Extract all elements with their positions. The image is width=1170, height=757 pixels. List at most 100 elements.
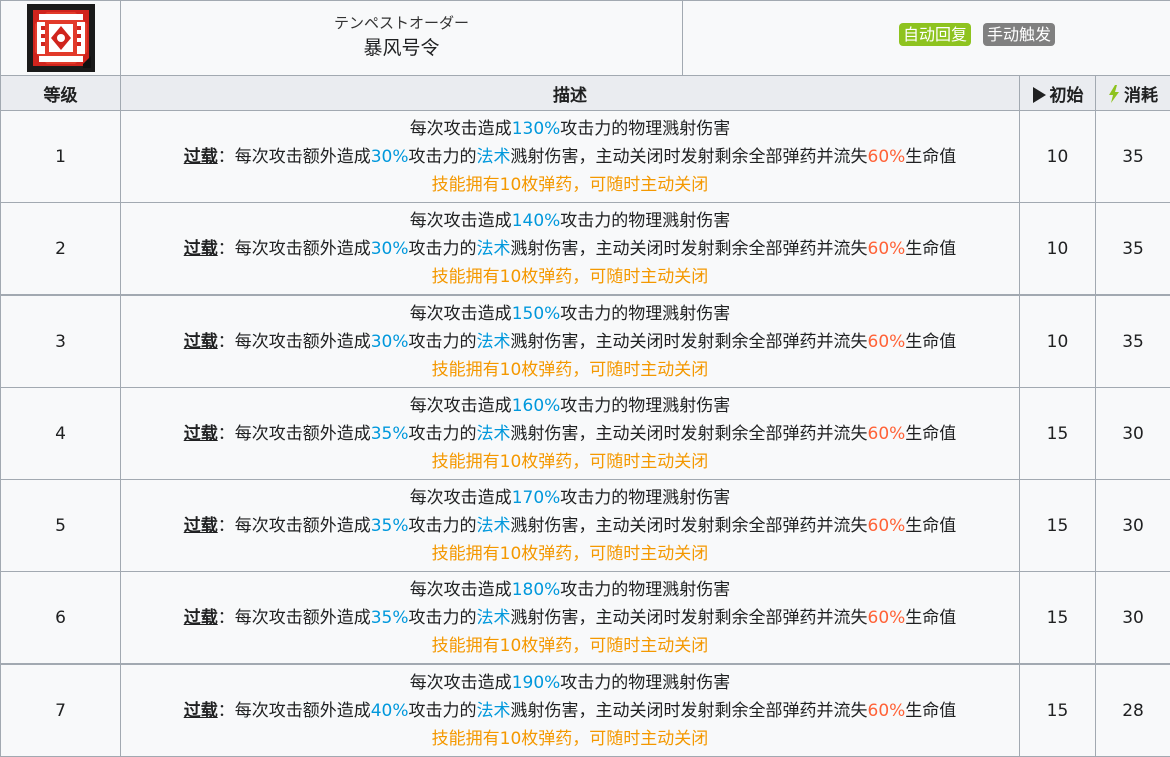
overload-keyword-link[interactable]: 过载: [184, 608, 218, 628]
description-line-3: 技能拥有10枚弹药，可随时主动关闭: [121, 632, 1019, 660]
initial-sp-cell: 10: [1020, 111, 1096, 203]
description-line-2: 过载：每次攻击额外造成30%攻击力的法术溅射伤害，主动关闭时发射剩余全部弹药并流…: [121, 235, 1019, 263]
description-line-1: 每次攻击造成160%攻击力的物理溅射伤害: [121, 392, 1019, 420]
overload-keyword-link[interactable]: 过载: [184, 701, 218, 721]
trigger-type-badge: 手动触发: [983, 23, 1055, 46]
sp-cost-cell: 30: [1096, 388, 1170, 480]
skill-name-cell: テンペストオーダー 暴风号令: [121, 1, 683, 76]
level-column-header: 等级: [1, 76, 121, 111]
initial-sp-label: 初始: [1050, 86, 1084, 106]
description-line-3: 技能拥有10枚弹药，可随时主动关闭: [121, 171, 1019, 199]
skill-level-row: 3 每次攻击造成150%攻击力的物理溅射伤害 过载：每次攻击额外造成30%攻击力…: [1, 295, 1170, 388]
initial-sp-cell: 10: [1020, 203, 1096, 296]
arts-keyword: 法术: [477, 147, 511, 167]
initial-sp-cell: 10: [1020, 295, 1096, 388]
arts-atk-percent: 30%: [371, 239, 409, 259]
lightning-bolt-icon: [1108, 85, 1120, 103]
skill-level-row: 7 每次攻击造成190%攻击力的物理溅射伤害 过载：每次攻击额外造成40%攻击力…: [1, 664, 1170, 757]
hp-loss-percent: 60%: [868, 608, 906, 628]
play-triangle-icon: [1032, 87, 1046, 103]
sp-cost-cell: 35: [1096, 203, 1170, 296]
description-line-1: 每次攻击造成190%攻击力的物理溅射伤害: [121, 669, 1019, 697]
description-line-1: 每次攻击造成140%攻击力的物理溅射伤害: [121, 207, 1019, 235]
arts-keyword: 法术: [477, 701, 511, 721]
arts-atk-percent: 30%: [371, 332, 409, 352]
physical-atk-percent: 170%: [512, 488, 561, 508]
skill-name: 暴风号令: [121, 33, 682, 63]
arts-keyword: 法术: [477, 608, 511, 628]
physical-atk-percent: 180%: [512, 580, 561, 600]
skill-level-row: 4 每次攻击造成160%攻击力的物理溅射伤害 过载：每次攻击额外造成35%攻击力…: [1, 388, 1170, 480]
skill-kana-name: テンペストオーダー: [121, 13, 682, 33]
description-line-2: 过载：每次攻击额外造成30%攻击力的法术溅射伤害，主动关闭时发射剩余全部弹药并流…: [121, 328, 1019, 356]
skill-tags-cell: 自动回复 手动触发: [683, 1, 1170, 76]
hp-loss-percent: 60%: [868, 516, 906, 536]
description-line-3: 技能拥有10枚弹药，可随时主动关闭: [121, 356, 1019, 384]
initial-sp-cell: 15: [1020, 388, 1096, 480]
description-cell: 每次攻击造成140%攻击力的物理溅射伤害 过载：每次攻击额外造成30%攻击力的法…: [121, 203, 1020, 296]
description-line-1: 每次攻击造成150%攻击力的物理溅射伤害: [121, 300, 1019, 328]
physical-atk-percent: 130%: [512, 119, 561, 139]
level-cell: 1: [1, 111, 121, 203]
description-line-2: 过载：每次攻击额外造成30%攻击力的法术溅射伤害，主动关闭时发射剩余全部弹药并流…: [121, 143, 1019, 171]
description-line-1: 每次攻击造成170%攻击力的物理溅射伤害: [121, 484, 1019, 512]
description-line-1: 每次攻击造成180%攻击力的物理溅射伤害: [121, 576, 1019, 604]
hp-loss-percent: 60%: [868, 701, 906, 721]
level-cell: 3: [1, 295, 121, 388]
sp-cost-label: 消耗: [1124, 86, 1158, 106]
sp-cost-cell: 30: [1096, 572, 1170, 665]
arts-atk-percent: 30%: [371, 147, 409, 167]
description-cell: 每次攻击造成170%攻击力的物理溅射伤害 过载：每次攻击额外造成35%攻击力的法…: [121, 480, 1020, 572]
description-line-3: 技能拥有10枚弹药，可随时主动关闭: [121, 540, 1019, 568]
physical-atk-percent: 160%: [512, 396, 561, 416]
skill-level-row: 2 每次攻击造成140%攻击力的物理溅射伤害 过载：每次攻击额外造成30%攻击力…: [1, 203, 1170, 296]
description-line-3: 技能拥有10枚弹药，可随时主动关闭: [121, 725, 1019, 753]
initial-sp-cell: 15: [1020, 480, 1096, 572]
initial-sp-cell: 15: [1020, 664, 1096, 757]
hp-loss-percent: 60%: [868, 424, 906, 444]
description-line-3: 技能拥有10枚弹药，可随时主动关闭: [121, 263, 1019, 291]
level-cell: 7: [1, 664, 121, 757]
arts-atk-percent: 35%: [371, 608, 409, 628]
skill-header-row: テンペストオーダー 暴风号令 自动回复 手动触发: [1, 1, 1170, 76]
arts-keyword: 法术: [477, 332, 511, 352]
description-line-2: 过载：每次攻击额外造成35%攻击力的法术溅射伤害，主动关闭时发射剩余全部弹药并流…: [121, 512, 1019, 540]
arts-atk-percent: 35%: [371, 424, 409, 444]
description-cell: 每次攻击造成160%攻击力的物理溅射伤害 过载：每次攻击额外造成35%攻击力的法…: [121, 388, 1020, 480]
description-line-1: 每次攻击造成130%攻击力的物理溅射伤害: [121, 115, 1019, 143]
arts-keyword: 法术: [477, 516, 511, 536]
level-cell: 2: [1, 203, 121, 296]
description-cell: 每次攻击造成180%攻击力的物理溅射伤害 过载：每次攻击额外造成35%攻击力的法…: [121, 572, 1020, 665]
skill-level-row: 5 每次攻击造成170%攻击力的物理溅射伤害 过载：每次攻击额外造成35%攻击力…: [1, 480, 1170, 572]
skill-emblem-icon: [27, 4, 95, 72]
physical-atk-percent: 190%: [512, 673, 561, 693]
hp-loss-percent: 60%: [868, 332, 906, 352]
initial-sp-column-header: 初始: [1020, 76, 1096, 111]
overload-keyword-link[interactable]: 过载: [184, 516, 218, 536]
sp-cost-cell: 28: [1096, 664, 1170, 757]
physical-atk-percent: 140%: [512, 211, 561, 231]
overload-keyword-link[interactable]: 过载: [184, 332, 218, 352]
description-cell: 每次攻击造成150%攻击力的物理溅射伤害 过载：每次攻击额外造成30%攻击力的法…: [121, 295, 1020, 388]
physical-atk-percent: 150%: [512, 304, 561, 324]
overload-keyword-link[interactable]: 过载: [184, 424, 218, 444]
hp-loss-percent: 60%: [868, 239, 906, 259]
sp-cost-cell: 35: [1096, 111, 1170, 203]
description-cell: 每次攻击造成190%攻击力的物理溅射伤害 过载：每次攻击额外造成40%攻击力的法…: [121, 664, 1020, 757]
skill-icon-cell: [1, 1, 121, 76]
skill-level-row: 6 每次攻击造成180%攻击力的物理溅射伤害 过载：每次攻击额外造成35%攻击力…: [1, 572, 1170, 665]
overload-keyword-link[interactable]: 过载: [184, 147, 218, 167]
arts-keyword: 法术: [477, 424, 511, 444]
arts-atk-percent: 35%: [371, 516, 409, 536]
column-header-row: 等级 描述 初始 消耗: [1, 76, 1170, 111]
sp-cost-cell: 30: [1096, 480, 1170, 572]
skill-level-row: 1 每次攻击造成130%攻击力的物理溅射伤害 过载：每次攻击额外造成30%攻击力…: [1, 111, 1170, 203]
description-line-2: 过载：每次攻击额外造成35%攻击力的法术溅射伤害，主动关闭时发射剩余全部弹药并流…: [121, 604, 1019, 632]
hp-loss-percent: 60%: [868, 147, 906, 167]
description-column-header: 描述: [121, 76, 1020, 111]
description-cell: 每次攻击造成130%攻击力的物理溅射伤害 过载：每次攻击额外造成30%攻击力的法…: [121, 111, 1020, 203]
level-cell: 6: [1, 572, 121, 665]
description-line-3: 技能拥有10枚弹药，可随时主动关闭: [121, 448, 1019, 476]
overload-keyword-link[interactable]: 过载: [184, 239, 218, 259]
recovery-type-badge: 自动回复: [899, 23, 971, 46]
